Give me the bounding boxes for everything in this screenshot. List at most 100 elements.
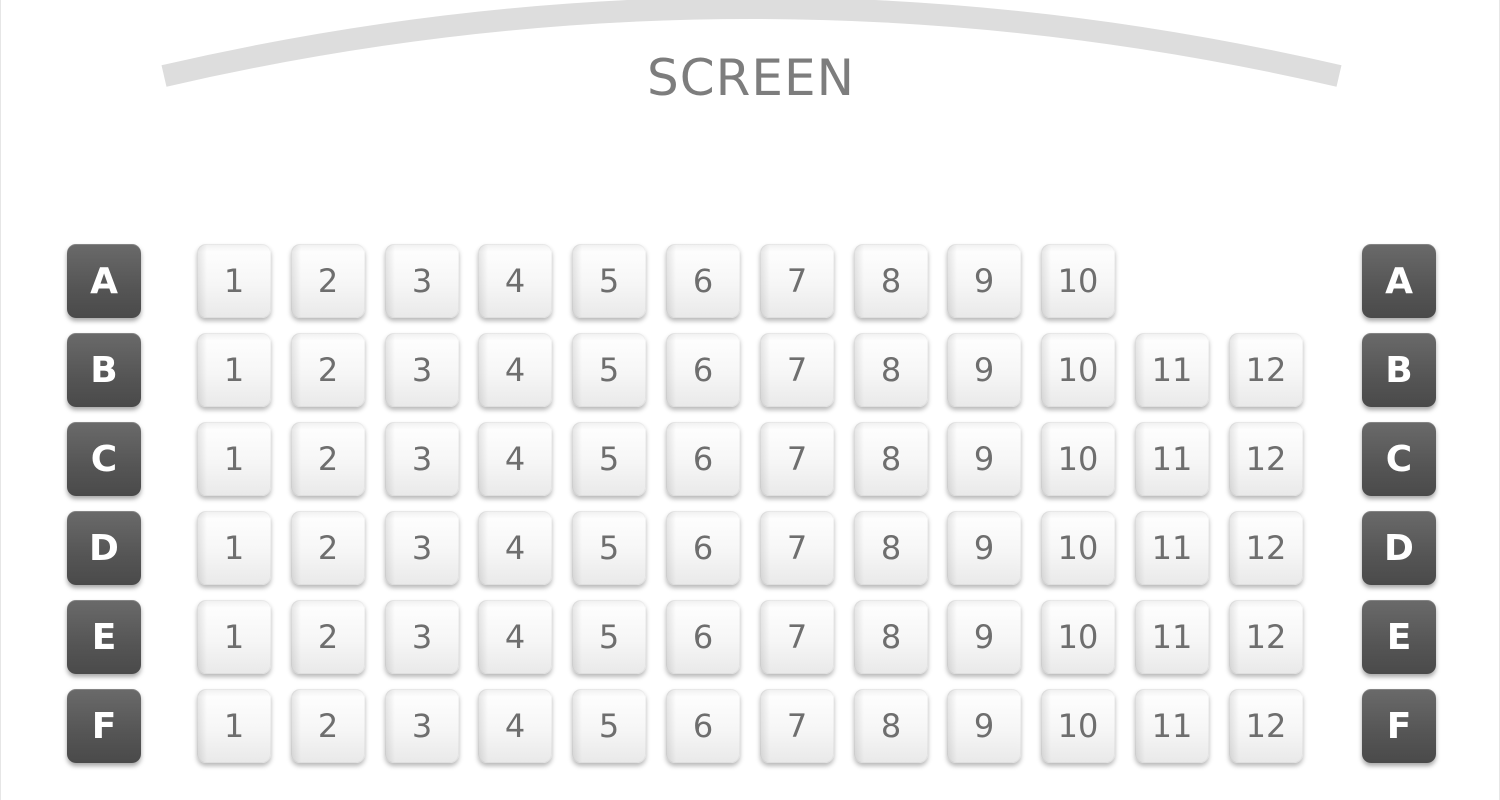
seat-number: 7 bbox=[786, 262, 808, 300]
seat-e-6[interactable]: 6 bbox=[666, 600, 740, 674]
seat-b-11[interactable]: 11 bbox=[1135, 333, 1209, 407]
seat-e-9[interactable]: 9 bbox=[947, 600, 1021, 674]
seat-f-7[interactable]: 7 bbox=[760, 689, 834, 763]
seat-c-10[interactable]: 10 bbox=[1041, 422, 1115, 496]
seat-e-3[interactable]: 3 bbox=[385, 600, 459, 674]
seat-a-2[interactable]: 2 bbox=[291, 244, 365, 318]
seat-e-2[interactable]: 2 bbox=[291, 600, 365, 674]
seat-d-10[interactable]: 10 bbox=[1041, 511, 1115, 585]
seat-d-11[interactable]: 11 bbox=[1135, 511, 1209, 585]
seat-e-4[interactable]: 4 bbox=[478, 600, 552, 674]
seat-number: 4 bbox=[504, 351, 526, 389]
seat-c-5[interactable]: 5 bbox=[572, 422, 646, 496]
seat-a-5[interactable]: 5 bbox=[572, 244, 646, 318]
seat-f-10[interactable]: 10 bbox=[1041, 689, 1115, 763]
seat-f-11[interactable]: 11 bbox=[1135, 689, 1209, 763]
row-label-right-d: D bbox=[1362, 511, 1436, 585]
seat-e-1[interactable]: 1 bbox=[197, 600, 271, 674]
seat-number: 2 bbox=[317, 707, 339, 745]
seat-number: 9 bbox=[973, 618, 995, 656]
seat-e-7[interactable]: 7 bbox=[760, 600, 834, 674]
seat-number: 6 bbox=[692, 440, 714, 478]
seat-f-6[interactable]: 6 bbox=[666, 689, 740, 763]
seat-b-5[interactable]: 5 bbox=[572, 333, 646, 407]
seat-b-12[interactable]: 12 bbox=[1229, 333, 1303, 407]
seat-d-12[interactable]: 12 bbox=[1229, 511, 1303, 585]
seat-a-4[interactable]: 4 bbox=[478, 244, 552, 318]
seat-f-9[interactable]: 9 bbox=[947, 689, 1021, 763]
seat-number: 8 bbox=[880, 707, 902, 745]
seat-c-4[interactable]: 4 bbox=[478, 422, 552, 496]
seat-number: 6 bbox=[692, 707, 714, 745]
seat-number: 8 bbox=[880, 351, 902, 389]
seat-d-2[interactable]: 2 bbox=[291, 511, 365, 585]
seat-b-3[interactable]: 3 bbox=[385, 333, 459, 407]
seat-c-1[interactable]: 1 bbox=[197, 422, 271, 496]
seat-number: 9 bbox=[973, 262, 995, 300]
seat-b-7[interactable]: 7 bbox=[760, 333, 834, 407]
seat-d-3[interactable]: 3 bbox=[385, 511, 459, 585]
seat-number: 6 bbox=[692, 262, 714, 300]
seat-e-11[interactable]: 11 bbox=[1135, 600, 1209, 674]
seat-number: 6 bbox=[692, 351, 714, 389]
seat-number: 1 bbox=[223, 618, 245, 656]
seat-d-7[interactable]: 7 bbox=[760, 511, 834, 585]
seat-number: 11 bbox=[1151, 618, 1193, 656]
seat-a-9[interactable]: 9 bbox=[947, 244, 1021, 318]
seat-b-2[interactable]: 2 bbox=[291, 333, 365, 407]
seat-a-6[interactable]: 6 bbox=[666, 244, 740, 318]
seat-number: 12 bbox=[1245, 707, 1287, 745]
seat-f-1[interactable]: 1 bbox=[197, 689, 271, 763]
seat-b-1[interactable]: 1 bbox=[197, 333, 271, 407]
seat-d-8[interactable]: 8 bbox=[854, 511, 928, 585]
seat-a-8[interactable]: 8 bbox=[854, 244, 928, 318]
seat-e-10[interactable]: 10 bbox=[1041, 600, 1115, 674]
seat-number: 7 bbox=[786, 618, 808, 656]
seat-c-6[interactable]: 6 bbox=[666, 422, 740, 496]
seat-d-6[interactable]: 6 bbox=[666, 511, 740, 585]
seat-e-5[interactable]: 5 bbox=[572, 600, 646, 674]
seat-c-8[interactable]: 8 bbox=[854, 422, 928, 496]
seat-e-8[interactable]: 8 bbox=[854, 600, 928, 674]
seat-number: 12 bbox=[1245, 440, 1287, 478]
row-label-right-c: C bbox=[1362, 422, 1436, 496]
seat-c-3[interactable]: 3 bbox=[385, 422, 459, 496]
seat-c-2[interactable]: 2 bbox=[291, 422, 365, 496]
seat-number: 3 bbox=[411, 440, 433, 478]
seat-c-7[interactable]: 7 bbox=[760, 422, 834, 496]
seat-a-3[interactable]: 3 bbox=[385, 244, 459, 318]
seat-c-9[interactable]: 9 bbox=[947, 422, 1021, 496]
seat-d-4[interactable]: 4 bbox=[478, 511, 552, 585]
seat-d-9[interactable]: 9 bbox=[947, 511, 1021, 585]
seat-b-6[interactable]: 6 bbox=[666, 333, 740, 407]
seat-number: 9 bbox=[973, 529, 995, 567]
seat-c-11[interactable]: 11 bbox=[1135, 422, 1209, 496]
seat-f-2[interactable]: 2 bbox=[291, 689, 365, 763]
seat-e-12[interactable]: 12 bbox=[1229, 600, 1303, 674]
seat-b-10[interactable]: 10 bbox=[1041, 333, 1115, 407]
seat-f-4[interactable]: 4 bbox=[478, 689, 552, 763]
seat-number: 11 bbox=[1151, 440, 1193, 478]
seat-d-5[interactable]: 5 bbox=[572, 511, 646, 585]
seat-f-8[interactable]: 8 bbox=[854, 689, 928, 763]
seat-number: 9 bbox=[973, 351, 995, 389]
seat-d-1[interactable]: 1 bbox=[197, 511, 271, 585]
seat-number: 4 bbox=[504, 262, 526, 300]
seat-f-5[interactable]: 5 bbox=[572, 689, 646, 763]
seat-number: 12 bbox=[1245, 529, 1287, 567]
seat-a-1[interactable]: 1 bbox=[197, 244, 271, 318]
seat-a-10[interactable]: 10 bbox=[1041, 244, 1115, 318]
seat-number: 4 bbox=[504, 707, 526, 745]
seat-a-7[interactable]: 7 bbox=[760, 244, 834, 318]
seat-number: 4 bbox=[504, 529, 526, 567]
seat-number: 10 bbox=[1057, 618, 1099, 656]
seat-number: 8 bbox=[880, 618, 902, 656]
seat-b-8[interactable]: 8 bbox=[854, 333, 928, 407]
seat-f-3[interactable]: 3 bbox=[385, 689, 459, 763]
seat-number: 7 bbox=[786, 529, 808, 567]
seat-f-12[interactable]: 12 bbox=[1229, 689, 1303, 763]
seat-c-12[interactable]: 12 bbox=[1229, 422, 1303, 496]
seat-b-4[interactable]: 4 bbox=[478, 333, 552, 407]
seat-number: 3 bbox=[411, 618, 433, 656]
seat-b-9[interactable]: 9 bbox=[947, 333, 1021, 407]
